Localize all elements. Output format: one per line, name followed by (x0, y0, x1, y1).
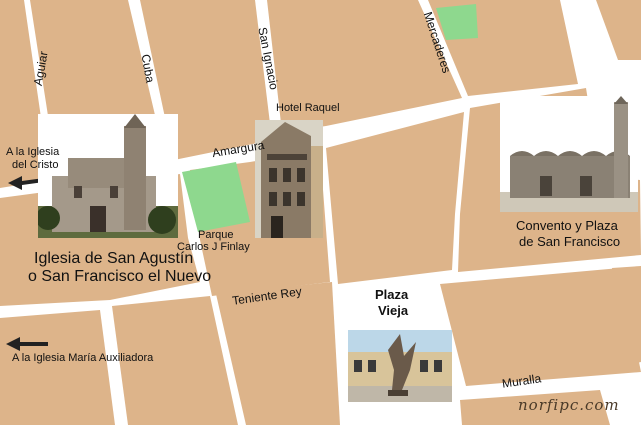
map[interactable]: Aguiar Cuba San Ignacio Mercaderes Amarg… (0, 0, 641, 425)
convento-san-francisco-photo (500, 96, 638, 212)
plaza-vieja-label-line2: Vieja (378, 303, 409, 318)
direction-auxiliadora: A la Iglesia María Auxiliadora (12, 352, 154, 364)
convento-label-line1: Convento y Plaza (516, 218, 618, 233)
plaza-vieja-photo (348, 330, 452, 402)
plaza-vieja-label-line1: Plaza (375, 287, 409, 302)
direction-cristo-line2: del Cristo (12, 159, 59, 171)
convento-label-line2: de San Francisco (519, 234, 621, 249)
iglesia-label-line2: o San Francisco el Nuevo (28, 268, 212, 285)
city-block (0, 310, 115, 425)
iglesia-san-agustin-photo (38, 114, 178, 238)
iglesia-label-line1: Iglesia de San Agustín (34, 250, 194, 267)
hotel-raquel-photo (255, 120, 323, 238)
hotel-raquel-label: Hotel Raquel (276, 102, 340, 114)
parque-label-line1: Parque (198, 229, 234, 241)
city-block (440, 268, 641, 386)
direction-cristo-line1: A la Iglesia (6, 146, 60, 158)
watermark: norfipc.com (518, 396, 620, 414)
